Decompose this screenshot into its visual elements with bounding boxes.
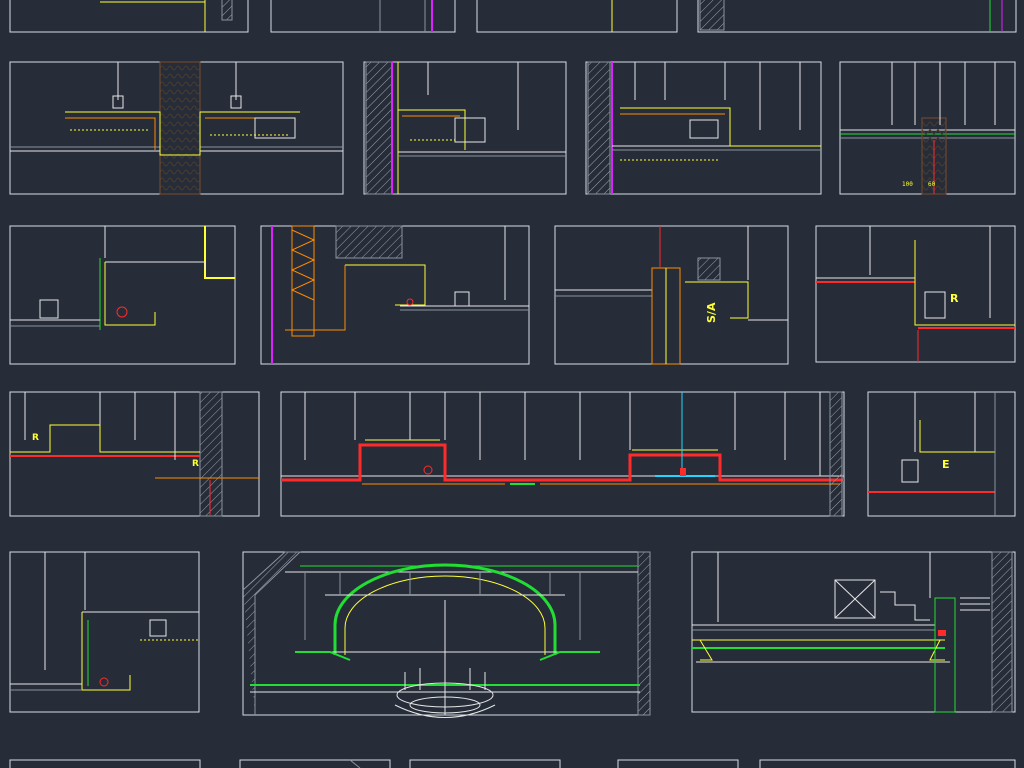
detail-panel-16	[9, 551, 200, 713]
detail-panel-17	[242, 551, 651, 718]
detail-panel-23	[759, 759, 1016, 768]
detail-panel-12: R	[815, 225, 1016, 363]
detail-panel-15: E	[867, 391, 1016, 517]
detail-panel-22	[617, 759, 739, 768]
detail-panel-05	[9, 61, 344, 195]
detail-panel-19	[9, 759, 201, 768]
detail-panel-03	[476, 0, 678, 33]
detail-panel-21	[409, 759, 561, 768]
detail-panel-20	[239, 759, 391, 768]
detail-panel-10	[260, 225, 530, 365]
section-label-r: R	[950, 292, 959, 305]
detail-panel-02	[270, 0, 456, 33]
section-label-e: E	[942, 458, 950, 471]
detail-panel-09	[9, 225, 236, 365]
detail-panel-08: 100 60	[839, 61, 1016, 195]
detail-panel-01	[9, 0, 249, 33]
detail-panel-07	[585, 61, 822, 195]
detail-panel-18	[691, 551, 1016, 713]
dimension-label: 60	[928, 181, 936, 188]
detail-panel-11: S/A	[554, 225, 789, 365]
detail-panel-04	[697, 0, 1017, 33]
cad-drawing-sheet: 100 60 S/A R R R E	[9, 0, 1017, 768]
detail-panel-13: R R	[9, 391, 260, 517]
dimension-label: 100	[902, 181, 913, 188]
section-label-sa: S/A	[705, 302, 718, 323]
detail-panel-14	[280, 391, 845, 517]
section-label-r: R	[192, 459, 199, 469]
chandelier-icon	[394, 660, 496, 718]
section-label-r: R	[32, 433, 39, 443]
detail-panel-06	[363, 61, 567, 195]
